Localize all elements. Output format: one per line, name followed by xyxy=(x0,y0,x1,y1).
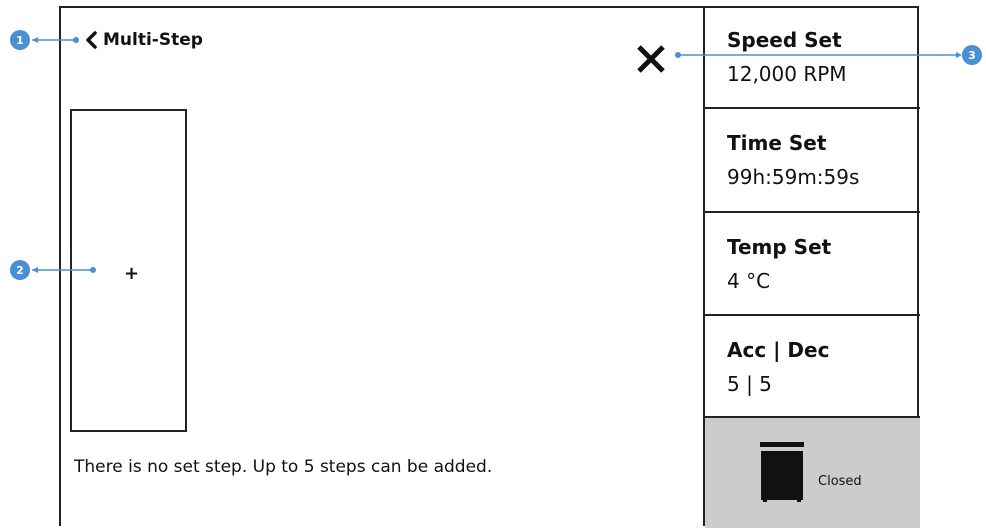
annotation-marker-1: 1 xyxy=(10,30,30,50)
annotation-marker-3: 3 xyxy=(962,45,982,65)
annotation-marker-2: 2 xyxy=(10,260,30,280)
annotation-lines xyxy=(32,37,962,273)
